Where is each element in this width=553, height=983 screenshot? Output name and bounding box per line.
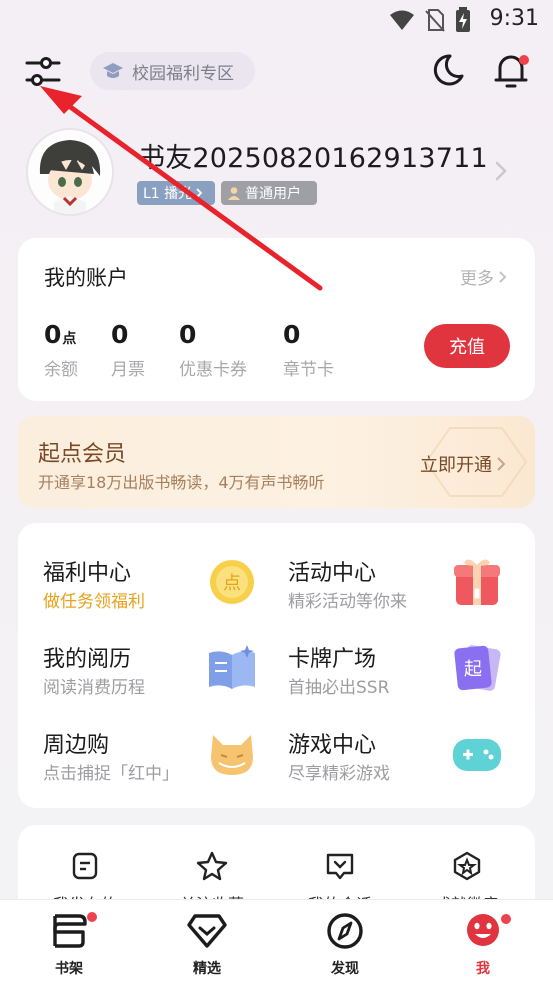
stat-coupons[interactable]: 0 优惠卡券 (179, 320, 247, 380)
notification-dot (519, 55, 529, 65)
stat-value: 0 (111, 320, 129, 349)
profile-face-icon (467, 914, 499, 946)
feature-title: 福利中心 (43, 561, 132, 586)
coin-icon: 点 (210, 560, 254, 604)
tab-bookshelf[interactable]: 书架 (29, 912, 109, 978)
svg-text:起: 起 (464, 659, 482, 680)
bookshelf-icon (53, 914, 87, 948)
card-deck-icon: 起 (454, 645, 501, 691)
chevron-right-icon (499, 270, 507, 283)
fox-mascot-icon (211, 735, 253, 775)
feature-subtitle: 尽享精彩游戏 (288, 764, 390, 784)
recharge-button[interactable]: 充值 (424, 324, 510, 368)
stat-unit: 点 (62, 331, 77, 347)
user-icon (228, 187, 240, 200)
feature-welfare-center[interactable]: 福利中心 做任务领福利 点 (43, 555, 283, 621)
vip-title: 起点会员 (38, 442, 127, 467)
feature-subtitle: 点击捕捉「红中」 (43, 764, 179, 784)
feature-title: 卡牌广场 (288, 647, 377, 672)
night-mode-button[interactable] (430, 52, 466, 88)
vip-membership-card[interactable]: 起点会员 开通享18万出版书畅读，4万有声书畅听 立即开通 (18, 416, 535, 508)
stat-value: 0 (283, 320, 301, 349)
feature-subtitle: 首抽必出SSR (288, 678, 390, 698)
feature-subtitle: 阅读消费历程 (43, 678, 145, 698)
svg-text:点: 点 (223, 573, 241, 594)
tab-featured[interactable]: 精选 (167, 912, 247, 978)
feature-title: 周边购 (43, 733, 110, 758)
open-book-icon (209, 645, 255, 689)
status-time: 9:31 (489, 6, 539, 31)
account-more-link[interactable]: 更多 (460, 264, 507, 289)
tab-label: 书架 (55, 961, 83, 977)
sliders-icon (25, 57, 61, 86)
avatar[interactable] (26, 128, 114, 216)
me-dot (501, 914, 511, 924)
vip-open-button[interactable]: 立即开通 (420, 451, 506, 477)
vip-subtitle: 开通享18万出版书畅读，4万有声书畅听 (38, 473, 325, 492)
bookshelf-dot (87, 912, 97, 922)
tab-label: 我 (476, 961, 490, 977)
campus-welfare-button[interactable]: 校园福利专区 (90, 52, 255, 90)
star-icon (196, 851, 228, 881)
campus-label: 校园福利专区 (132, 63, 234, 84)
tab-discover[interactable]: 发现 (305, 912, 385, 978)
stat-label: 优惠卡券 (179, 360, 247, 380)
stat-label: 月票 (111, 360, 145, 380)
wifi-icon (390, 10, 414, 30)
tab-me[interactable]: 我 (443, 912, 523, 978)
battery-charging-icon (456, 7, 470, 32)
feature-game-center[interactable]: 游戏中心 尽享精彩游戏 (288, 727, 528, 793)
chevron-right-icon[interactable] (494, 160, 508, 182)
compass-icon (327, 913, 363, 949)
feature-subtitle: 做任务领福利 (43, 592, 145, 612)
note-icon (72, 852, 98, 880)
status-bar: 9:31 (0, 0, 553, 38)
feature-title: 我的阅历 (43, 647, 132, 672)
chevron-right-icon (196, 188, 203, 198)
username[interactable]: 书友20250820162913711 (138, 136, 488, 175)
more-label: 更多 (460, 269, 494, 289)
vip-open-label: 立即开通 (420, 455, 492, 476)
feature-activity-center[interactable]: 活动中心 精彩活动等你来 ▮ (288, 555, 528, 621)
feature-merchandise[interactable]: 周边购 点击捕捉「红中」 (43, 727, 283, 793)
account-card: 我的账户 更多 0点 余额 0 月票 0 优惠卡券 0 章节卡 充值 (18, 238, 535, 401)
role-badge: 普通用户 (221, 181, 317, 205)
chevron-right-icon (497, 457, 506, 471)
feature-title: 活动中心 (288, 561, 377, 586)
no-sim-icon (425, 9, 445, 32)
gamepad-icon (453, 739, 501, 771)
svg-text:▮: ▮ (473, 586, 480, 601)
notification-button[interactable] (492, 50, 530, 90)
filter-button[interactable] (24, 54, 62, 90)
graduation-cap-icon (103, 63, 123, 78)
bottom-tab-bar: 书架 精选 发现 我 (0, 899, 553, 983)
level-badge-label: L1 播光 (143, 186, 193, 202)
stat-monthly-ticket[interactable]: 0 月票 (111, 320, 145, 380)
tab-label: 发现 (331, 961, 359, 977)
role-badge-label: 普通用户 (245, 186, 301, 202)
stat-value: 0 (44, 320, 62, 349)
avatar-image (28, 130, 112, 214)
stat-chapter-cards[interactable]: 0 章节卡 (283, 320, 334, 380)
level-badge[interactable]: L1 播光 (137, 181, 215, 205)
gift-box-icon: ▮ (454, 559, 500, 605)
stat-label: 章节卡 (283, 360, 334, 380)
status-icons (389, 7, 471, 33)
features-card: 福利中心 做任务领福利 点 活动中心 精彩活动等你来 ▮ 我的阅历 阅读消费历程 (18, 523, 535, 808)
moon-icon (433, 54, 464, 86)
feature-reading-history[interactable]: 我的阅历 阅读消费历程 (43, 641, 283, 707)
tab-label: 精选 (193, 961, 221, 977)
chat-heart-icon (326, 853, 354, 880)
badge-star-icon (453, 851, 481, 881)
stat-label: 余额 (44, 360, 78, 380)
account-title: 我的账户 (44, 266, 128, 290)
feature-subtitle: 精彩活动等你来 (288, 592, 407, 612)
stat-value: 0 (179, 320, 197, 349)
feature-title: 游戏中心 (288, 733, 377, 758)
feature-card-plaza[interactable]: 卡牌广场 首抽必出SSR 起 (288, 641, 528, 707)
stat-balance[interactable]: 0点 余额 (44, 320, 78, 380)
diamond-icon (187, 914, 227, 948)
